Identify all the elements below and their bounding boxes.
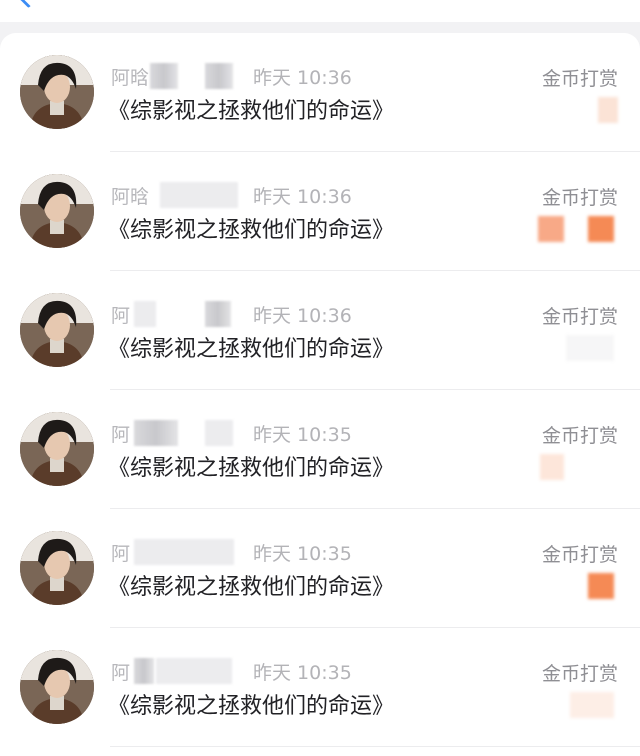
sender-name: 阿晗 bbox=[111, 186, 150, 208]
redacted-block bbox=[205, 420, 233, 446]
timestamp: 昨天 10:35 bbox=[253, 543, 352, 565]
timestamp: 昨天 10:36 bbox=[253, 305, 352, 327]
book-title[interactable]: 《综影视之拯救他们的命运》 bbox=[108, 93, 394, 125]
timestamp: 昨天 10:36 bbox=[253, 67, 352, 89]
sender-name: 阿 bbox=[111, 305, 131, 327]
avatar[interactable] bbox=[20, 650, 94, 724]
reward-type-label: 金币打赏 bbox=[541, 187, 618, 209]
book-title[interactable]: 《综影视之拯救他们的命运》 bbox=[108, 331, 394, 363]
list-item[interactable]: 阿 昨天 10:36 《综影视之拯救他们的命运》 金币打赏 bbox=[0, 271, 640, 390]
reward-list: 阿晗 昨天 10:36 《综影视之拯救他们的命运》 金币打赏 阿晗 昨天 10:… bbox=[0, 33, 640, 756]
list-item[interactable]: 阿晗 昨天 10:36 《综影视之拯救他们的命运》 金币打赏 bbox=[0, 33, 640, 152]
sender-name: 阿晗 bbox=[111, 67, 150, 89]
avatar[interactable] bbox=[20, 293, 94, 367]
sender-name: 阿 bbox=[111, 543, 131, 565]
book-title[interactable]: 《综影视之拯救他们的命运》 bbox=[108, 569, 394, 601]
redacted-amount bbox=[566, 335, 614, 361]
reward-type-label: 金币打赏 bbox=[541, 68, 618, 90]
chevron-left-icon[interactable] bbox=[10, 0, 47, 9]
redacted-block bbox=[205, 63, 233, 89]
redacted-block bbox=[205, 301, 231, 327]
reward-type-label: 金币打赏 bbox=[541, 663, 618, 685]
avatar[interactable] bbox=[20, 55, 94, 129]
divider bbox=[110, 746, 640, 747]
list-item[interactable]: 阿 昨天 10:35 《综影视之拯救他们的命运》 金币打赏 bbox=[0, 628, 640, 747]
avatar[interactable] bbox=[20, 412, 94, 486]
sender-name: 阿 bbox=[111, 662, 131, 684]
redacted-block bbox=[134, 420, 178, 446]
reward-type-label: 金币打赏 bbox=[541, 425, 618, 447]
reward-type-label: 金币打赏 bbox=[541, 306, 618, 328]
avatar[interactable] bbox=[20, 174, 94, 248]
redacted-amount bbox=[540, 454, 564, 480]
sender-name: 阿 bbox=[111, 424, 131, 446]
list-item[interactable]: 阿晗 昨天 10:36 《综影视之拯救他们的命运》 金币打赏 bbox=[0, 152, 640, 271]
reward-type-label: 金币打赏 bbox=[541, 544, 618, 566]
redacted-block bbox=[156, 658, 232, 684]
redacted-amount bbox=[570, 692, 614, 718]
redacted-amount bbox=[598, 97, 618, 123]
redacted-amount bbox=[538, 216, 564, 242]
timestamp: 昨天 10:35 bbox=[253, 424, 352, 446]
top-bar bbox=[0, 0, 640, 22]
timestamp: 昨天 10:36 bbox=[253, 186, 352, 208]
list-item[interactable]: 阿 昨天 10:35 《综影视之拯救他们的命运》 金币打赏 bbox=[0, 390, 640, 509]
gift-records-page: 阿晗 昨天 10:36 《综影视之拯救他们的命运》 金币打赏 阿晗 昨天 10:… bbox=[0, 0, 640, 756]
redacted-block bbox=[160, 182, 238, 208]
redacted-amount bbox=[588, 216, 614, 242]
redacted-amount bbox=[588, 573, 614, 599]
timestamp: 昨天 10:35 bbox=[253, 662, 352, 684]
redacted-block bbox=[134, 301, 156, 327]
redacted-block bbox=[134, 658, 154, 684]
book-title[interactable]: 《综影视之拯救他们的命运》 bbox=[108, 212, 394, 244]
book-title[interactable]: 《综影视之拯救他们的命运》 bbox=[108, 688, 394, 720]
redacted-block bbox=[150, 63, 178, 89]
avatar[interactable] bbox=[20, 531, 94, 605]
redacted-block bbox=[134, 539, 234, 565]
book-title[interactable]: 《综影视之拯救他们的命运》 bbox=[108, 450, 394, 482]
list-item[interactable]: 阿 昨天 10:35 《综影视之拯救他们的命运》 金币打赏 bbox=[0, 509, 640, 628]
